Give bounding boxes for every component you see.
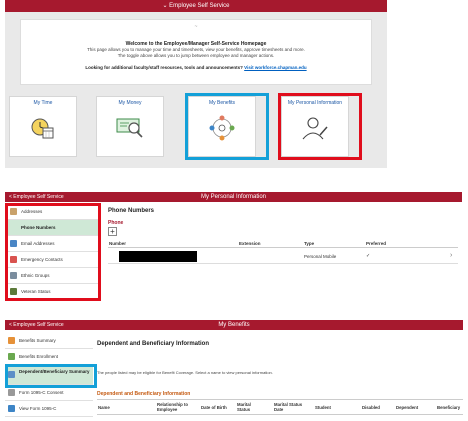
welcome-text-2: The toggle above allows you to jump betw… — [117, 53, 275, 58]
sidebar-item-benefits-summary[interactable]: Benefits Summary — [5, 333, 93, 349]
col-extension: Extension — [239, 241, 261, 246]
col-student: Student — [315, 405, 331, 410]
add-phone-button[interactable]: + — [108, 227, 117, 236]
welcome-box: ~ Welcome to the Employee/Manager Self-S… — [20, 19, 372, 85]
section-title: Dependent and Beneficiary Information — [97, 341, 210, 347]
enrollment-icon — [8, 353, 15, 360]
summary-icon — [8, 337, 15, 344]
dependents-table-header: Name Relationship to Employee Date of Bi… — [97, 399, 463, 415]
logo-mark: ~ — [194, 24, 198, 30]
benefits-header: My Benefits < Employee Self Service — [5, 320, 463, 330]
resources-question: Looking for additional faculty/staff res… — [21, 65, 371, 70]
eligibility-note: The people listed may be eligible for Be… — [97, 370, 273, 375]
col-beneficiary: Beneficiary — [437, 405, 461, 410]
col-name: Name — [98, 405, 110, 410]
preferred-check-icon: ✓ — [366, 253, 371, 259]
page-title: My Benefits — [218, 322, 250, 328]
tile-my-money[interactable]: My Money — [96, 96, 164, 157]
col-disabled: Disabled — [362, 405, 380, 410]
sidebar-item-benefits-enrollment[interactable]: Benefits Enrollment — [5, 349, 93, 365]
money-magnifier-icon — [116, 118, 143, 138]
col-type: Type — [304, 241, 315, 246]
resources-question-text: Looking for additional faculty/staff res… — [85, 65, 243, 70]
col-relationship: Relationship to Employee — [157, 402, 189, 412]
phone-table-row[interactable]: Personal Mobile ✓ › — [108, 249, 458, 264]
personal-header: My Personal Information < Employee Self … — [5, 192, 462, 202]
back-button[interactable]: < Employee Self Service — [9, 320, 64, 330]
sidebar-item-label: Form 1095-C Consent — [19, 390, 64, 395]
table-title: Dependent and Beneficiary Information — [97, 391, 191, 397]
sidebar-item-label: Benefits Enrollment — [19, 354, 59, 359]
col-dependent: Dependent — [396, 405, 419, 410]
personal-information-panel: My Personal Information < Employee Self … — [5, 192, 462, 304]
sidebar-item-label: View Form 1095-C — [19, 406, 57, 411]
phone-subtitle: Phone — [108, 220, 124, 226]
chevron-right-icon[interactable]: › — [450, 252, 452, 259]
sidebar-item-label: Benefits Summary — [19, 338, 56, 343]
highlight-personal-sidebar — [5, 203, 101, 301]
col-marital-status: Marital Status — [237, 402, 251, 412]
clock-calendar-icon — [31, 118, 54, 139]
tile-label: My Time — [33, 100, 53, 106]
col-date-of-birth: Date of Birth — [201, 405, 227, 410]
highlight-dependent-beneficiary-summary — [5, 364, 97, 388]
workforce-link[interactable]: Visit workforce.chapman.edu — [244, 65, 306, 70]
benefits-panel: My Benefits < Employee Self Service Bene… — [5, 320, 463, 421]
phone-type: Personal Mobile — [304, 254, 337, 259]
phone-table-header: Number Extension Type Preferred — [108, 240, 458, 248]
page-title: My Personal Information — [200, 194, 267, 200]
col-preferred: Preferred — [366, 241, 387, 246]
redacted-phone-number — [119, 251, 197, 262]
section-title: Phone Numbers — [108, 208, 155, 214]
highlight-my-personal-information — [278, 93, 362, 160]
tile-label: My Money — [118, 100, 142, 106]
ess-header[interactable]: ⌄ Employee Self Service — [5, 0, 387, 12]
highlight-my-benefits — [185, 93, 269, 160]
sidebar-item-view-form-1095c[interactable]: View Form 1095-C — [5, 401, 93, 417]
col-number: Number — [109, 241, 127, 246]
document-icon — [8, 389, 15, 396]
tile-my-time[interactable]: My Time — [9, 96, 77, 157]
view-document-icon — [8, 405, 15, 412]
col-marital-status-date: Marital Status Date — [274, 402, 303, 412]
back-button[interactable]: < Employee Self Service — [9, 192, 64, 202]
